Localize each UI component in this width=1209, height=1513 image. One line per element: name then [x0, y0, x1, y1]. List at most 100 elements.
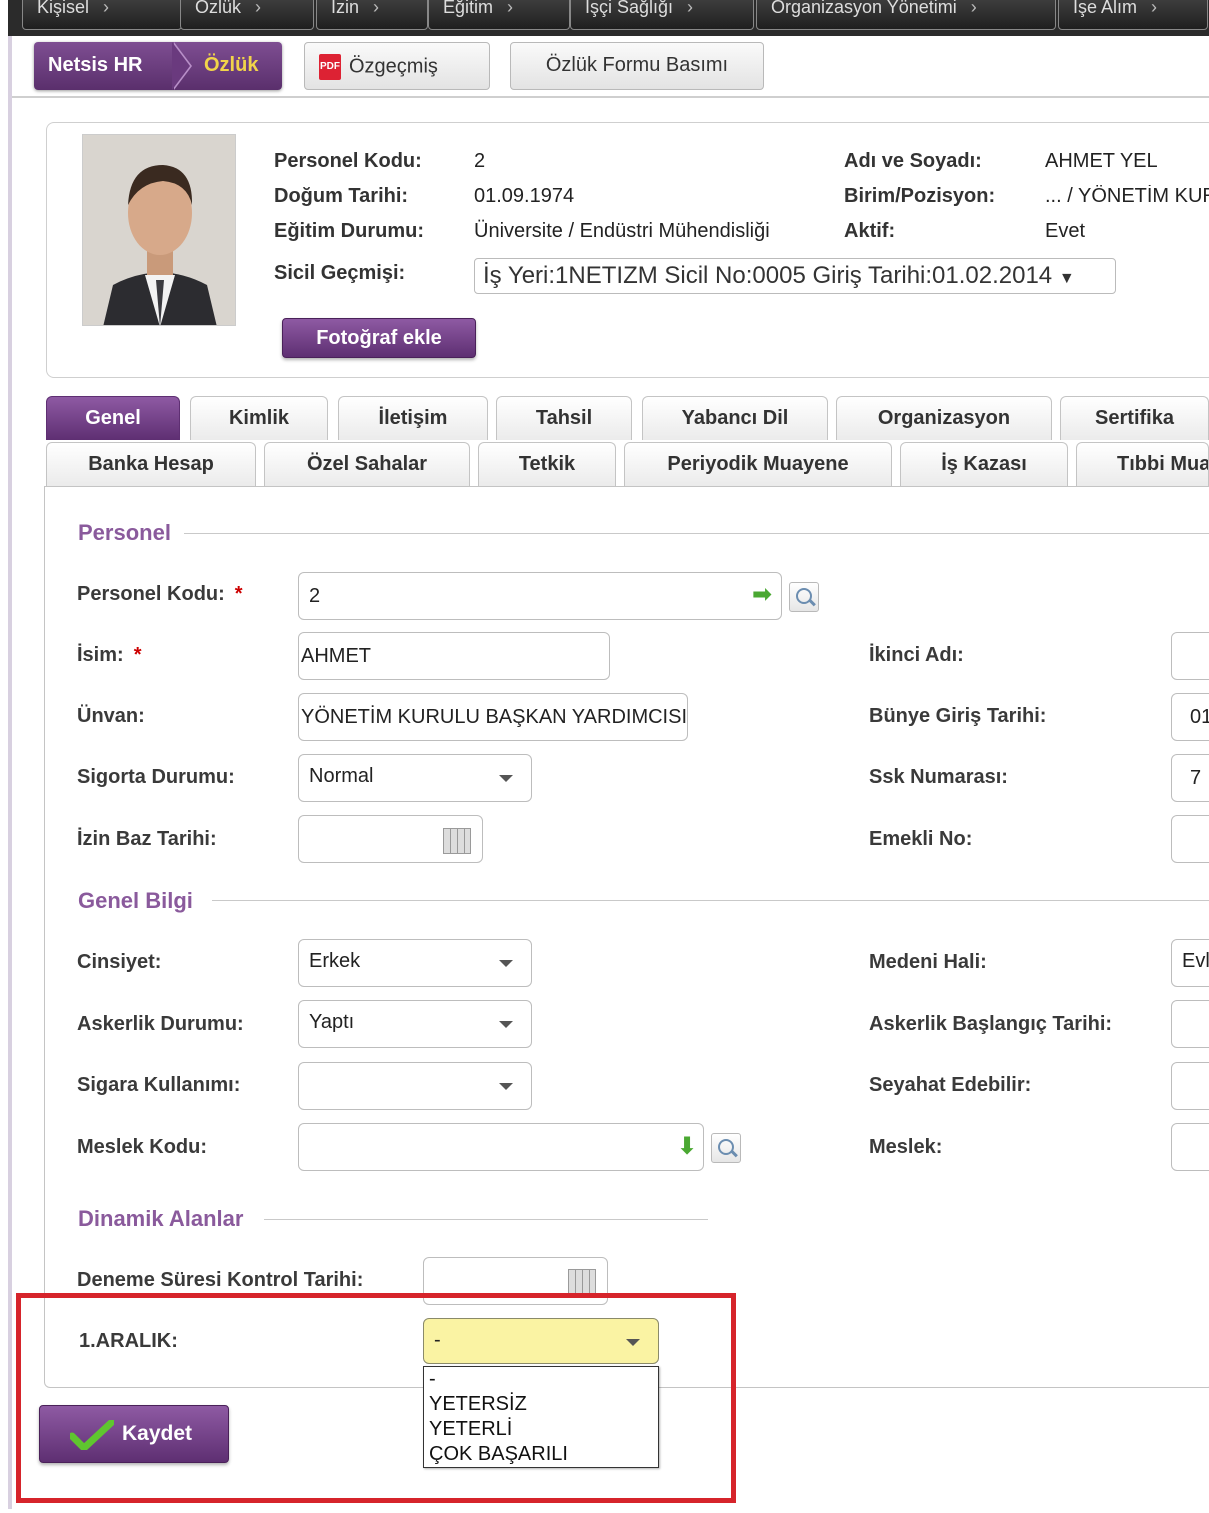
- isim-input[interactable]: AHMET: [298, 632, 610, 680]
- ssk-input[interactable]: 7: [1171, 754, 1209, 802]
- isim-label: İsim: *: [77, 644, 141, 667]
- search-icon[interactable]: [711, 1133, 741, 1163]
- tab-ozel-sahalar[interactable]: Özel Sahalar: [264, 442, 470, 486]
- ikinci-ad-input[interactable]: [1171, 632, 1209, 680]
- nav-label: İşçi Sağlığı: [585, 0, 674, 17]
- arrow-right-icon[interactable]: ➡: [752, 583, 772, 607]
- search-icon[interactable]: [789, 582, 819, 612]
- tab-kimlik[interactable]: Kimlik: [190, 396, 328, 440]
- meslek-kodu-input[interactable]: [298, 1123, 704, 1171]
- sigorta-value: Normal: [309, 765, 374, 787]
- seyahat-label: Seyahat Edebilir:: [869, 1074, 1032, 1096]
- nav-izin[interactable]: İzin ›: [316, 0, 428, 30]
- nav-isci-sagligi[interactable]: İşçi Sağlığı ›: [570, 0, 754, 30]
- tab-is-kazasi[interactable]: İş Kazası: [900, 442, 1068, 486]
- profile-kod-label: Personel Kodu:: [274, 150, 422, 172]
- ssk-label: Ssk Numarası:: [869, 766, 1008, 788]
- tab-iletisim[interactable]: İletişim: [338, 396, 488, 440]
- unvan-label: Ünvan:: [77, 705, 145, 727]
- section-divider: [212, 900, 1209, 901]
- askerlik-value: Yaptı: [309, 1011, 355, 1033]
- unvan-input[interactable]: YÖNETİM KURULU BAŞKAN YARDIMCISI: [298, 693, 688, 741]
- profile-photo: [82, 134, 236, 326]
- cv-button[interactable]: PDF Özgeçmiş: [304, 42, 490, 90]
- profile-egitim-label: Eğitim Durumu:: [274, 220, 424, 242]
- cinsiyet-value: Erkek: [309, 950, 361, 972]
- nav-ise-alim[interactable]: İşe Alım ›: [1058, 0, 1208, 30]
- nav-label: İzin: [331, 0, 360, 17]
- tab-sertifika[interactable]: Sertifika: [1060, 396, 1209, 440]
- sigorta-select[interactable]: Normal: [298, 754, 532, 802]
- tab-banka-hesap[interactable]: Banka Hesap: [46, 442, 256, 486]
- breadcrumb-current: Özlük: [174, 42, 282, 90]
- emekli-input[interactable]: [1171, 815, 1209, 863]
- profile-ad-value: AHMET YEL: [1045, 150, 1158, 172]
- sicil-select[interactable]: İş Yeri:1NETIZM Sicil No:0005 Giriş Tari…: [474, 258, 1116, 294]
- askerlik-select[interactable]: Yaptı: [298, 1000, 532, 1048]
- profile-aktif-value: Evet: [1045, 220, 1086, 242]
- sicil-select-value: İş Yeri:1NETIZM Sicil No:0005 Giriş Tari…: [483, 262, 1053, 289]
- askerlik-baslangic-input[interactable]: [1171, 1000, 1209, 1048]
- cv-button-label: Özgeçmiş: [349, 55, 438, 78]
- bunye-giris-input[interactable]: 01: [1171, 693, 1209, 741]
- tab-genel[interactable]: Genel: [46, 396, 180, 440]
- kod-label: Personel Kodu: *: [77, 583, 243, 606]
- profile-ad-label: Adı ve Soyadı:: [844, 150, 982, 172]
- meslek-kodu-label: Meslek Kodu:: [77, 1136, 208, 1158]
- chevron-down-icon: [499, 960, 513, 967]
- divider: [12, 96, 1209, 98]
- tab-periyodik-muayene[interactable]: Periyodik Muayene: [624, 442, 892, 486]
- add-photo-button[interactable]: Fotoğraf ekle: [282, 318, 476, 358]
- chevron-down-icon: [499, 1021, 513, 1028]
- top-navigation: Kişisel › Özlük › İzin › Eğitim › İşçi Sağlı…: [8, 0, 1209, 36]
- nav-label: İşe Alım: [1073, 0, 1138, 17]
- required-mark: *: [133, 644, 142, 666]
- required-mark: *: [234, 583, 243, 605]
- profile-dogum-value: 01.09.1974: [474, 185, 575, 207]
- calendar-icon[interactable]: [568, 1269, 596, 1295]
- deneme-label: Deneme Süresi Kontrol Tarihi:: [77, 1269, 364, 1291]
- calendar-icon[interactable]: [443, 828, 471, 854]
- cinsiyet-select[interactable]: Erkek: [298, 939, 532, 987]
- seyahat-input[interactable]: [1171, 1062, 1209, 1110]
- chevron-right-icon: ›: [373, 0, 380, 17]
- kod-input[interactable]: 2: [298, 572, 782, 620]
- sigorta-label: Sigorta Durumu:: [77, 766, 235, 788]
- cinsiyet-label: Cinsiyet:: [77, 951, 162, 973]
- chevron-right-icon: ›: [507, 0, 514, 17]
- arrow-down-icon[interactable]: ⬇: [677, 1135, 697, 1159]
- nav-egitim[interactable]: Eğitim ›: [428, 0, 570, 30]
- section-genel-title: Genel Bilgi: [78, 888, 193, 913]
- breadcrumb-root[interactable]: Netsis HR: [34, 42, 174, 90]
- chevron-right-icon: ›: [103, 0, 110, 17]
- tab-tetkik[interactable]: Tetkik: [478, 442, 616, 486]
- emekli-label: Emekli No:: [869, 828, 973, 850]
- nav-ozluk[interactable]: Özlük ›: [180, 0, 314, 30]
- sigara-select[interactable]: [298, 1062, 532, 1110]
- profile-kod-value: 2: [474, 150, 486, 172]
- section-personel-title: Personel: [78, 520, 171, 545]
- chevron-right-icon: ›: [687, 0, 694, 17]
- chevron-right-icon: ›: [1151, 0, 1158, 17]
- chevron-right-icon: ›: [255, 0, 262, 17]
- askerlik-baslangic-label: Askerlik Başlangıç Tarihi:: [869, 1013, 1113, 1035]
- medeni-select[interactable]: Evli: [1171, 939, 1209, 987]
- dropdown-arrow-icon: ▼: [1058, 270, 1075, 287]
- tab-tahsil[interactable]: Tahsil: [496, 396, 632, 440]
- nav-kisisel[interactable]: Kişisel ›: [22, 0, 182, 30]
- nav-label: Eğitim: [443, 0, 494, 17]
- person-photo-icon: [83, 135, 235, 325]
- form-print-button[interactable]: Özlük Formu Basımı: [510, 42, 764, 90]
- ikinci-ad-label: İkinci Adı:: [869, 644, 964, 666]
- nav-label: Kişisel: [37, 0, 90, 17]
- meslek-input[interactable]: [1171, 1123, 1209, 1171]
- nav-organizasyon[interactable]: Organizasyon Yönetimi ›: [756, 0, 1056, 30]
- tab-yabanci-dil[interactable]: Yabancı Dil: [642, 396, 828, 440]
- chevron-right-icon: ›: [970, 0, 977, 17]
- tab-organizasyon[interactable]: Organizasyon: [836, 396, 1052, 440]
- tab-tibbi-muayene[interactable]: Tıbbi Muayene: [1076, 442, 1209, 486]
- isim-label-text: İsim:: [77, 644, 124, 666]
- tab-content-panel: [44, 486, 1209, 1388]
- section-divider: [184, 533, 1209, 534]
- profile-egitim-value: Üniversite / Endüstri Mühendisliği: [474, 220, 770, 242]
